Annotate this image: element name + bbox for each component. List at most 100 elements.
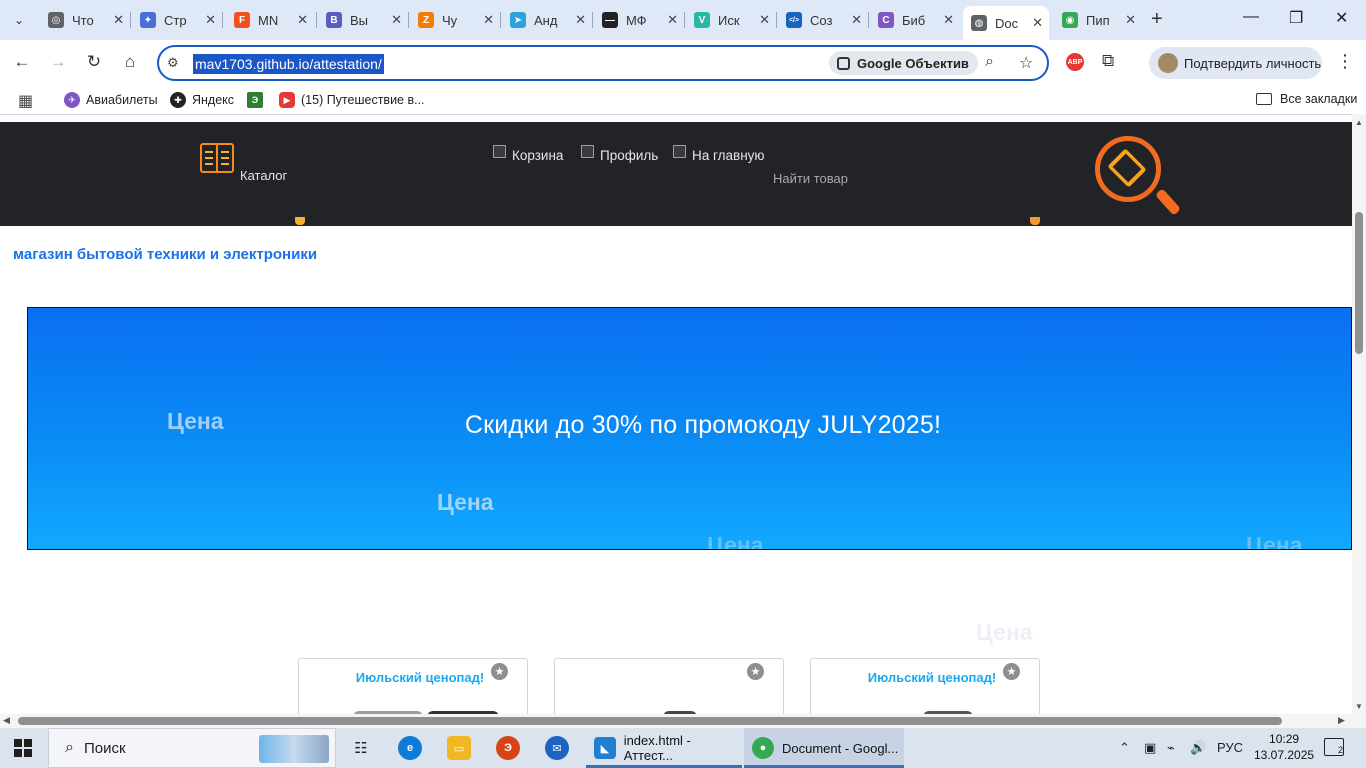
mf-icon: —	[602, 12, 618, 28]
magnifier-logo-icon[interactable]	[1095, 136, 1182, 216]
page-icon: ✦	[140, 12, 156, 28]
close-icon[interactable]: ✕	[759, 12, 770, 28]
tab-strip: ⌄ ◎ Что ✕ ✦ Стр ✕ F MN ✕ B Вы ✕ Z Чу ✕ ➤…	[0, 0, 1366, 40]
task-view-icon[interactable]: ☷	[349, 736, 373, 760]
bookmark-youtube[interactable]: ▶ (15) Путешествие в...	[279, 92, 425, 108]
page-viewport: Каталог Корзина Профиль На главную Найти…	[0, 114, 1352, 714]
profile-button[interactable]: Подтвердить личность	[1149, 47, 1322, 79]
product-card[interactable]: Июльский ценопад! ★	[298, 658, 528, 714]
nav-cart[interactable]: Корзина	[493, 145, 563, 163]
tab-9[interactable]: </> Соз ✕	[778, 6, 868, 34]
decor-dot	[1030, 217, 1040, 225]
scroll-right-icon[interactable]: ▶	[1338, 715, 1345, 726]
product-search-input[interactable]: Найти товар	[773, 171, 848, 186]
language-indicator[interactable]: РУС	[1217, 740, 1243, 755]
catalog-link[interactable]: Каталог	[240, 168, 287, 183]
google-lens-button[interactable]: Google Объектив	[829, 51, 978, 75]
close-window-icon[interactable]: ✕	[1335, 8, 1348, 28]
thunderbird-icon[interactable]: ✉	[545, 736, 569, 760]
tab-title: Пип	[1086, 12, 1110, 28]
taskbar-app-vscode[interactable]: ◣ index.html - Аттест...	[586, 728, 742, 768]
adblock-icon[interactable]: ABP	[1066, 53, 1084, 71]
extensions-icon[interactable]: ⧉	[1102, 51, 1114, 71]
network-icon[interactable]: ⌁	[1167, 740, 1175, 756]
close-icon[interactable]: ✕	[297, 12, 308, 28]
tab-6[interactable]: ➤ Анд ✕	[502, 6, 592, 34]
floating-price-label: Цена	[976, 619, 1033, 645]
tab-2[interactable]: ✦ Стр ✕	[132, 6, 222, 34]
taskbar-app-chrome[interactable]: ● Document - Googl...	[744, 728, 904, 768]
close-icon[interactable]: ✕	[483, 12, 494, 28]
tab-7[interactable]: — МФ ✕	[594, 6, 684, 34]
tab-3[interactable]: F MN ✕	[226, 6, 314, 34]
site-info-icon[interactable]: ⚙	[167, 55, 179, 71]
product-card[interactable]: Июльский ценопад! ★	[810, 658, 1040, 714]
tray-chevron-icon[interactable]: ⌃	[1119, 740, 1130, 756]
vscode-icon: ◣	[594, 737, 616, 759]
close-icon[interactable]: ✕	[851, 12, 862, 28]
close-icon[interactable]: ✕	[667, 12, 678, 28]
zen-icon: Z	[418, 12, 434, 28]
favorite-star-icon[interactable]: ★	[491, 663, 508, 680]
tab-active[interactable]: ◍ Doc ✕	[963, 6, 1049, 40]
address-url[interactable]: mav1703.github.io/attestation/	[193, 54, 384, 74]
tab-search-button[interactable]: ⌄	[6, 7, 32, 33]
windows-start-icon[interactable]	[14, 739, 32, 757]
clock[interactable]: 10:29 13.07.2025	[1254, 731, 1314, 763]
close-icon[interactable]: ✕	[575, 12, 586, 28]
bookmark-aviatickets[interactable]: ✈ Авиабилеты	[64, 92, 158, 108]
bitrix-icon: B	[326, 12, 342, 28]
zoom-search-icon[interactable]: ⌕	[985, 53, 994, 71]
tab-5[interactable]: Z Чу ✕	[410, 6, 500, 34]
tab-10[interactable]: C Биб ✕	[870, 6, 960, 34]
back-icon[interactable]: ←	[11, 52, 33, 72]
tab-title: MN	[258, 12, 279, 28]
reload-icon[interactable]: ↻	[83, 52, 105, 72]
tab-title: Чу	[442, 12, 458, 28]
new-tab-button[interactable]: +	[1151, 8, 1163, 31]
menu-icon[interactable]: ⋮	[1336, 51, 1354, 72]
restore-icon[interactable]: ❐	[1289, 8, 1303, 28]
home-icon[interactable]: ⌂	[119, 52, 141, 72]
favorite-star-icon[interactable]: ★	[747, 663, 764, 680]
favorite-star-icon[interactable]: ★	[1003, 663, 1020, 680]
horizontal-scroll-thumb[interactable]	[18, 717, 1282, 725]
vertical-scroll-thumb[interactable]	[1355, 212, 1363, 354]
nav-profile[interactable]: Профиль	[581, 145, 658, 163]
close-icon[interactable]: ✕	[205, 12, 216, 28]
bookmark-star-icon[interactable]: ☆	[1019, 53, 1033, 73]
product-card[interactable]: ★	[554, 658, 784, 714]
address-bar[interactable]: ⚙ mav1703.github.io/attestation/ Google …	[157, 45, 1049, 81]
nav-home[interactable]: На главную	[673, 145, 765, 163]
tab-1[interactable]: ◎ Что ✕	[40, 6, 130, 34]
edge-icon[interactable]: e	[398, 736, 422, 760]
bookmark-green[interactable]: Э	[247, 92, 269, 108]
scroll-up-icon[interactable]: ▲	[1355, 118, 1363, 127]
tab-12[interactable]: ◉ Пип ✕	[1054, 6, 1142, 34]
forward-icon[interactable]: →	[47, 52, 69, 72]
close-icon[interactable]: ✕	[391, 12, 402, 28]
horizontal-scrollbar[interactable]: ◀ ▶	[0, 714, 1352, 728]
tab-8[interactable]: V Иск ✕	[686, 6, 776, 34]
file-explorer-icon[interactable]: ▭	[447, 736, 471, 760]
promo-banner: Скидки до 30% по промокоду JULY2025! Цен…	[27, 307, 1352, 550]
scroll-down-icon[interactable]: ▼	[1355, 702, 1363, 711]
tab-4[interactable]: B Вы ✕	[318, 6, 408, 34]
close-icon[interactable]: ✕	[1032, 15, 1043, 31]
apps-grid-icon[interactable]: ▦	[18, 91, 33, 111]
all-bookmarks-button[interactable]: Все закладки	[1256, 92, 1357, 106]
taskbar-search[interactable]: ⌕ Поиск	[48, 728, 336, 768]
close-icon[interactable]: ✕	[943, 12, 954, 28]
scroll-left-icon[interactable]: ◀	[3, 715, 10, 726]
book-logo-icon[interactable]	[200, 143, 234, 173]
vertical-scrollbar[interactable]: ▲ ▼	[1352, 114, 1366, 714]
bookmark-yandex[interactable]: ✚ Яндекс	[170, 92, 234, 108]
app-icon[interactable]: Э	[496, 736, 520, 760]
meet-now-icon[interactable]: ▣	[1144, 740, 1156, 756]
close-icon[interactable]: ✕	[113, 12, 124, 28]
close-icon[interactable]: ✕	[1125, 12, 1136, 28]
taskbar: ⌕ Поиск ☷ e ▭ Э ✉ ◣ index.html - Аттест.…	[0, 728, 1366, 768]
notifications-icon[interactable]: 2	[1324, 738, 1344, 756]
volume-icon[interactable]: 🔊	[1190, 740, 1206, 756]
minimize-icon[interactable]: —	[1243, 8, 1259, 26]
